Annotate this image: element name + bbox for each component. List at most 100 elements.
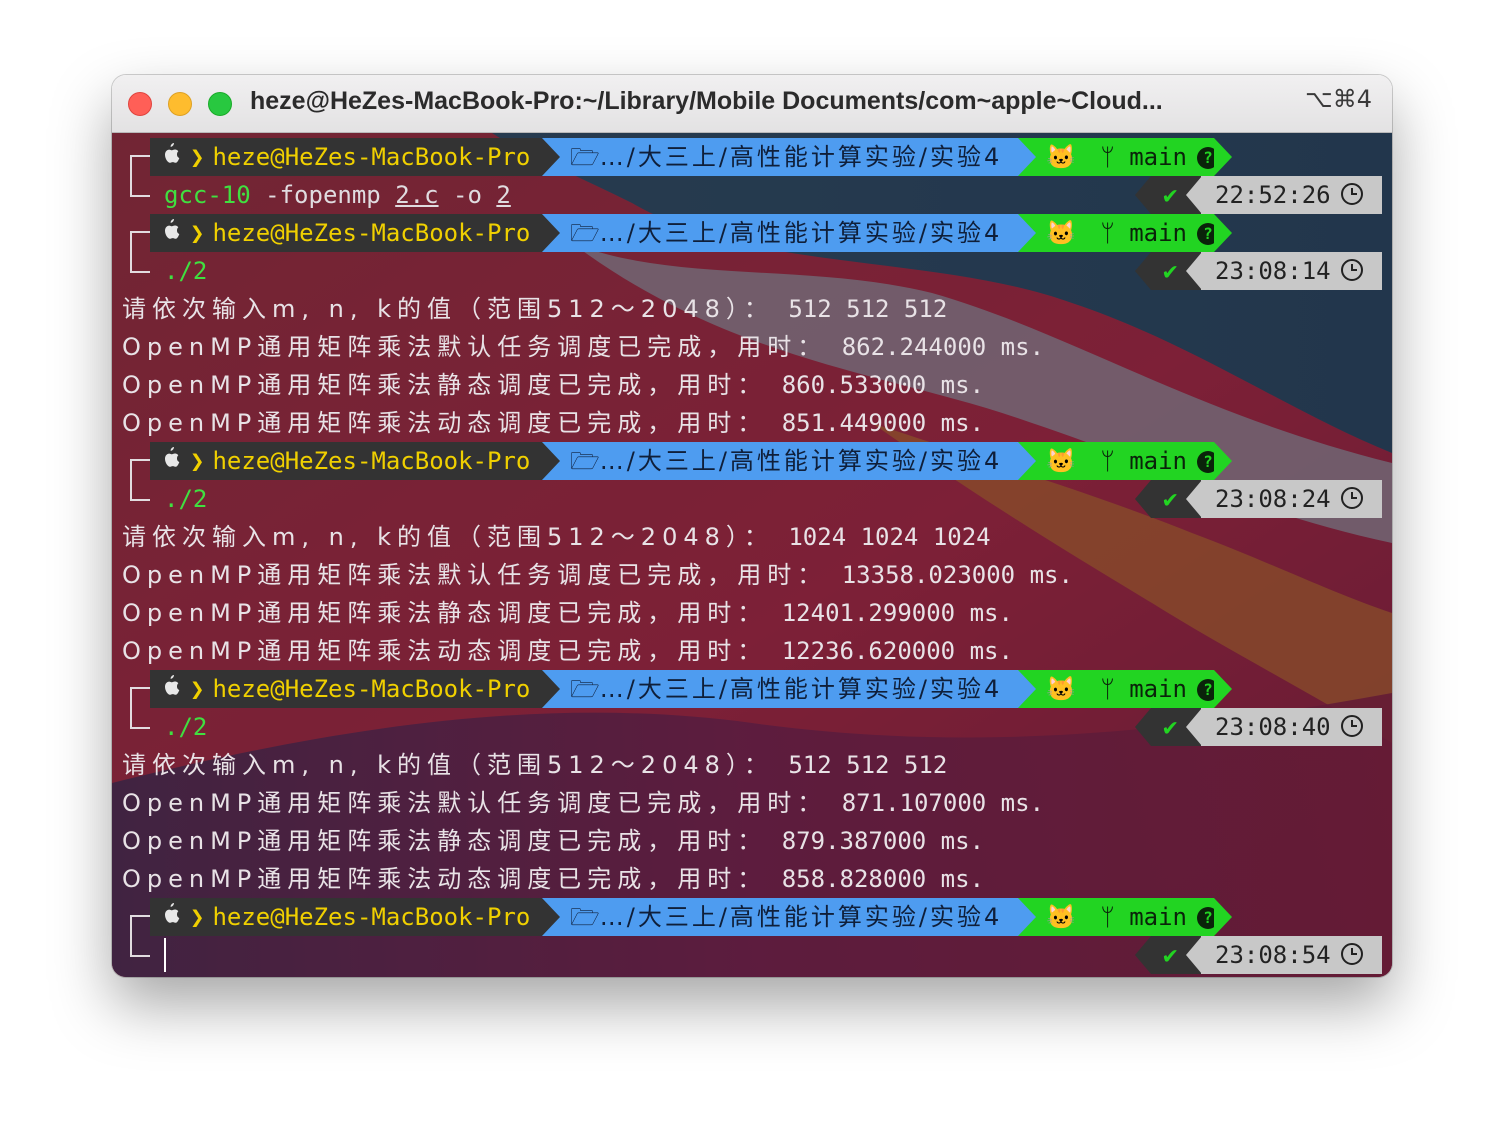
time-segment: 23:08:14 — [1201, 252, 1382, 290]
prompt-user: heze@HeZes-MacBook-Pro — [212, 675, 531, 703]
timestamp: 23:08:54 — [1215, 941, 1331, 969]
title-bar[interactable]: heze@HeZes-MacBook-Pro:~/Library/Mobile … — [112, 75, 1392, 133]
path-segment: 🗁…/大三上/高性能计算实验/实验4 — [542, 898, 1036, 936]
command-line: ./2 ✔ 23:08:14 — [112, 252, 1392, 290]
github-icon: 🐱 — [1046, 219, 1076, 247]
output-label: OpenMP通用矩阵乘法动态调度已完成，用时： — [122, 865, 768, 893]
clock-icon — [1340, 259, 1363, 281]
apple-icon — [162, 442, 184, 480]
segment-arrow — [1214, 214, 1232, 252]
check-icon: ✔ — [1163, 257, 1178, 285]
output-value: 512 512 512 — [773, 751, 948, 779]
chevron-right-icon: ❯ — [190, 143, 205, 171]
output-label: OpenMP通用矩阵乘法静态调度已完成，用时： — [122, 599, 768, 627]
segment-arrow — [1135, 480, 1151, 518]
prompt-user: heze@HeZes-MacBook-Pro — [212, 903, 531, 931]
status-segment: ✔ — [1135, 480, 1202, 518]
minimize-button[interactable] — [168, 92, 192, 116]
folder-open-icon: 🗁 — [570, 219, 600, 247]
output-value: 860.533000 ms. — [767, 371, 985, 399]
branch-icon: ᛘ — [1100, 143, 1115, 171]
output-label: OpenMP通用矩阵乘法默认任务调度已完成，用时： — [122, 789, 828, 817]
git-segment: 🐱 ᛘ main? — [1018, 898, 1232, 936]
output-value: 12236.620000 ms. — [767, 637, 1013, 665]
prompt-branch: main — [1129, 143, 1187, 171]
segment-arrow — [542, 898, 560, 936]
output-line: 请依次输入m, n, k的值（范围512～2048）： 1024 1024 10… — [122, 518, 1392, 556]
output-label: OpenMP通用矩阵乘法静态调度已完成，用时： — [122, 827, 768, 855]
prompt-path: …/大三上/高性能计算实验/实验4 — [599, 675, 1003, 703]
prompt-line: ❯ heze@HeZes-MacBook-Pro 🗁…/大三上/高性能计算实验/实… — [112, 898, 1392, 936]
segment-arrow — [1018, 442, 1036, 480]
prompt-user: heze@HeZes-MacBook-Pro — [212, 447, 531, 475]
segment-arrow — [1018, 670, 1036, 708]
output-line: OpenMP通用矩阵乘法默认任务调度已完成，用时： 871.107000 ms. — [122, 784, 1392, 822]
output-label: OpenMP通用矩阵乘法默认任务调度已完成，用时： — [122, 333, 828, 361]
prompt-path: …/大三上/高性能计算实验/实验4 — [599, 903, 1003, 931]
timestamp: 23:08:14 — [1215, 257, 1331, 285]
check-icon: ✔ — [1163, 485, 1178, 513]
output-value: 858.828000 ms. — [767, 865, 985, 893]
output-line: 请依次输入m, n, k的值（范围512～2048）： 512 512 512 — [122, 290, 1392, 328]
git-segment: 🐱 ᛘ main? — [1018, 670, 1232, 708]
branch-icon: ᛘ — [1100, 219, 1115, 247]
segment-arrow — [1214, 138, 1232, 176]
command-text: ./2 — [164, 257, 208, 285]
output-line: OpenMP通用矩阵乘法静态调度已完成，用时： 12401.299000 ms. — [122, 594, 1392, 632]
segment-arrow — [1186, 176, 1202, 214]
output-line: OpenMP通用矩阵乘法静态调度已完成，用时： 860.533000 ms. — [122, 366, 1392, 404]
user-segment: ❯ heze@HeZes-MacBook-Pro — [150, 214, 560, 252]
prompt-branch: main — [1129, 903, 1187, 931]
close-button[interactable] — [128, 92, 152, 116]
folder-open-icon: 🗁 — [570, 143, 600, 171]
segment-arrow — [542, 214, 560, 252]
output-line: OpenMP通用矩阵乘法动态调度已完成，用时： 12236.620000 ms. — [122, 632, 1392, 670]
terminal-window: heze@HeZes-MacBook-Pro:~/Library/Mobile … — [112, 75, 1392, 977]
prompt-branch: main — [1129, 219, 1187, 247]
output-line: OpenMP通用矩阵乘法动态调度已完成，用时： 858.828000 ms. — [122, 860, 1392, 898]
git-segment: 🐱 ᛘ main? — [1018, 138, 1232, 176]
user-segment: ❯ heze@HeZes-MacBook-Pro — [150, 138, 560, 176]
segment-arrow — [1214, 442, 1232, 480]
output-label: OpenMP通用矩阵乘法默认任务调度已完成，用时： — [122, 561, 828, 589]
window-shortcut: ⌥⌘4 — [1305, 85, 1372, 113]
prompt-path: …/大三上/高性能计算实验/实验4 — [599, 447, 1003, 475]
path-segment: 🗁…/大三上/高性能计算实验/实验4 — [542, 138, 1036, 176]
segment-arrow — [1186, 708, 1202, 746]
output-line: OpenMP通用矩阵乘法默认任务调度已完成，用时： 13358.023000 m… — [122, 556, 1392, 594]
chevron-right-icon: ❯ — [190, 219, 205, 247]
output-label: OpenMP通用矩阵乘法动态调度已完成，用时： — [122, 637, 768, 665]
text-cursor[interactable] — [164, 938, 166, 972]
check-icon: ✔ — [1163, 181, 1178, 209]
github-icon: 🐱 — [1046, 143, 1076, 171]
segment-arrow — [542, 138, 560, 176]
path-segment: 🗁…/大三上/高性能计算实验/实验4 — [542, 214, 1036, 252]
command-args: -fopenmp — [250, 181, 396, 209]
segment-arrow — [1018, 138, 1036, 176]
command-text: gcc-10 -fopenmp 2.c -o 2 — [164, 176, 511, 214]
command-line[interactable]: ✔ 23:08:54 — [112, 936, 1392, 974]
zoom-button[interactable] — [208, 92, 232, 116]
chevron-right-icon: ❯ — [190, 447, 205, 475]
time-segment: 22:52:26 — [1201, 176, 1382, 214]
clock-icon — [1340, 487, 1363, 509]
apple-icon — [162, 214, 184, 252]
prompt-line: ❯ heze@HeZes-MacBook-Pro 🗁…/大三上/高性能计算实验/实… — [112, 138, 1392, 176]
path-segment: 🗁…/大三上/高性能计算实验/实验4 — [542, 670, 1036, 708]
timestamp: 23:08:40 — [1215, 713, 1331, 741]
clock-icon — [1340, 943, 1363, 965]
apple-icon — [162, 670, 184, 708]
segment-arrow — [1186, 252, 1202, 290]
prompt-branch: main — [1129, 447, 1187, 475]
command-program: gcc-10 — [164, 181, 251, 209]
segment-arrow — [542, 670, 560, 708]
command-file: 2.c — [395, 181, 439, 209]
chevron-right-icon: ❯ — [190, 675, 205, 703]
command-line: ./2 ✔ 23:08:24 — [112, 480, 1392, 518]
path-segment: 🗁…/大三上/高性能计算实验/实验4 — [542, 442, 1036, 480]
prompt-line: ❯ heze@HeZes-MacBook-Pro 🗁…/大三上/高性能计算实验/实… — [112, 442, 1392, 480]
output-value: 12401.299000 ms. — [767, 599, 1013, 627]
status-segment: ✔ — [1135, 176, 1202, 214]
prompt-line: ❯ heze@HeZes-MacBook-Pro 🗁…/大三上/高性能计算实验/实… — [112, 214, 1392, 252]
terminal-content[interactable]: ❯ heze@HeZes-MacBook-Pro 🗁…/大三上/高性能计算实验/实… — [112, 133, 1392, 977]
